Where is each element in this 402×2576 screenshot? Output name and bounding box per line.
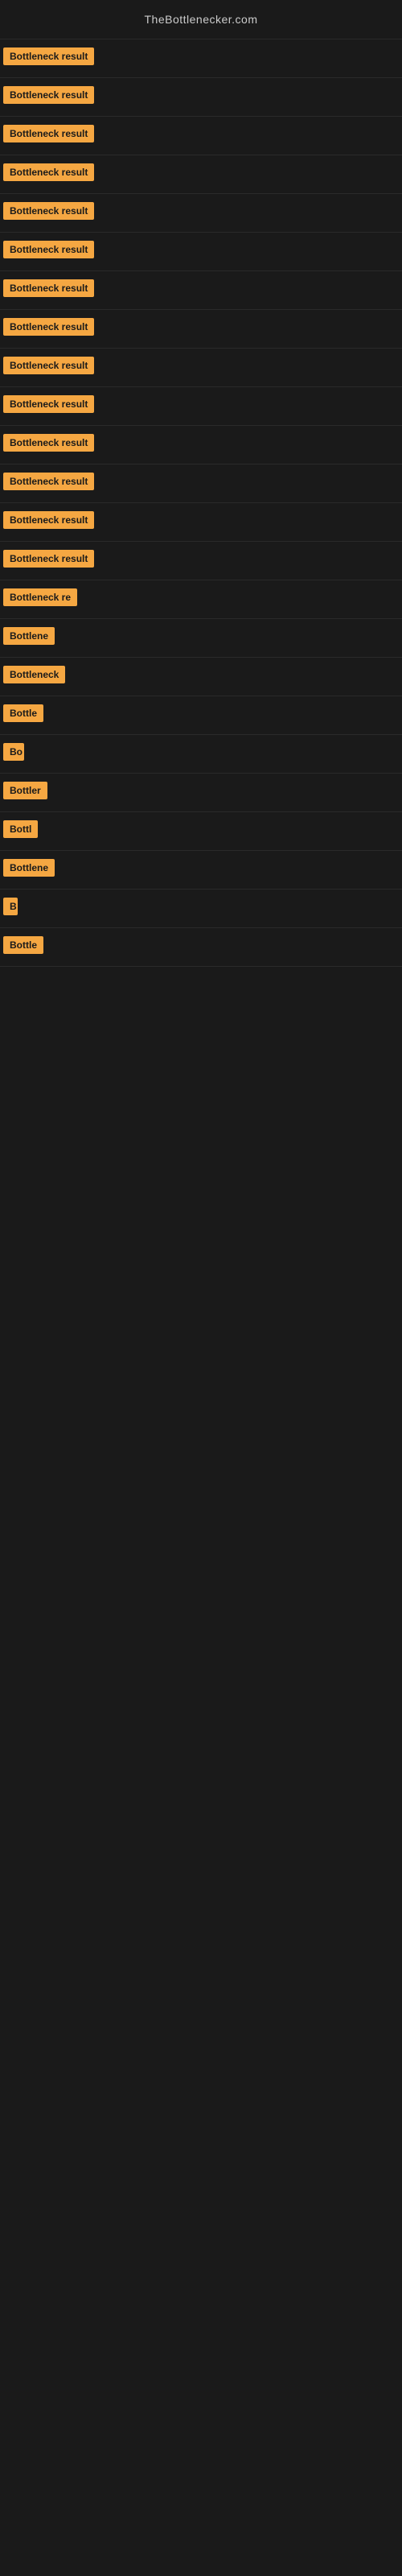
- result-row: Bottleneck result: [0, 233, 402, 271]
- result-row: Bottl: [0, 812, 402, 851]
- bottleneck-badge[interactable]: Bo: [3, 743, 24, 761]
- bottleneck-badge[interactable]: Bottleneck result: [3, 395, 94, 413]
- bottleneck-badge[interactable]: Bottleneck: [3, 666, 65, 683]
- result-row: Bottleneck result: [0, 349, 402, 387]
- site-title: TheBottlenecker.com: [3, 8, 399, 31]
- bottleneck-badge[interactable]: Bottleneck result: [3, 241, 94, 258]
- result-row: B: [0, 890, 402, 928]
- bottleneck-badge[interactable]: Bottle: [3, 936, 43, 954]
- result-row: Bottleneck: [0, 658, 402, 696]
- bottleneck-badge[interactable]: Bottleneck result: [3, 550, 94, 568]
- result-row: Bo: [0, 735, 402, 774]
- result-row: Bottleneck result: [0, 78, 402, 117]
- result-row: Bottleneck result: [0, 464, 402, 503]
- result-row: Bottleneck result: [0, 117, 402, 155]
- bottleneck-badge[interactable]: Bottleneck result: [3, 125, 94, 142]
- bottleneck-badge[interactable]: Bottle: [3, 704, 43, 722]
- bottleneck-badge[interactable]: Bottleneck result: [3, 202, 94, 220]
- result-row: Bottleneck result: [0, 542, 402, 580]
- result-row: Bottler: [0, 774, 402, 812]
- bottleneck-badge[interactable]: B: [3, 898, 18, 915]
- result-row: Bottleneck result: [0, 194, 402, 233]
- result-row: Bottleneck result: [0, 503, 402, 542]
- result-row: Bottlene: [0, 851, 402, 890]
- bottleneck-badge[interactable]: Bottleneck result: [3, 86, 94, 104]
- bottleneck-badge[interactable]: Bottlene: [3, 627, 55, 645]
- bottleneck-badge[interactable]: Bottleneck result: [3, 163, 94, 181]
- result-row: Bottleneck result: [0, 271, 402, 310]
- result-row: Bottleneck result: [0, 387, 402, 426]
- bottleneck-badge[interactable]: Bottleneck result: [3, 279, 94, 297]
- result-row: Bottle: [0, 696, 402, 735]
- bottleneck-badge[interactable]: Bottleneck result: [3, 434, 94, 452]
- bottleneck-badge[interactable]: Bottleneck result: [3, 47, 94, 65]
- result-row: Bottleneck result: [0, 426, 402, 464]
- bottleneck-badge[interactable]: Bottleneck result: [3, 357, 94, 374]
- result-row: Bottleneck re: [0, 580, 402, 619]
- result-row: Bottleneck result: [0, 155, 402, 194]
- bottleneck-badge[interactable]: Bottleneck re: [3, 588, 77, 606]
- result-row: Bottlene: [0, 619, 402, 658]
- bottleneck-badge[interactable]: Bottler: [3, 782, 47, 799]
- bottleneck-badge[interactable]: Bottleneck result: [3, 473, 94, 490]
- bottleneck-badge[interactable]: Bottlene: [3, 859, 55, 877]
- result-row: Bottleneck result: [0, 39, 402, 78]
- result-row: Bottleneck result: [0, 310, 402, 349]
- bottleneck-badge[interactable]: Bottl: [3, 820, 38, 838]
- result-row: Bottle: [0, 928, 402, 967]
- site-title-row: TheBottlenecker.com: [0, 0, 402, 39]
- bottleneck-badge[interactable]: Bottleneck result: [3, 318, 94, 336]
- bottleneck-badge[interactable]: Bottleneck result: [3, 511, 94, 529]
